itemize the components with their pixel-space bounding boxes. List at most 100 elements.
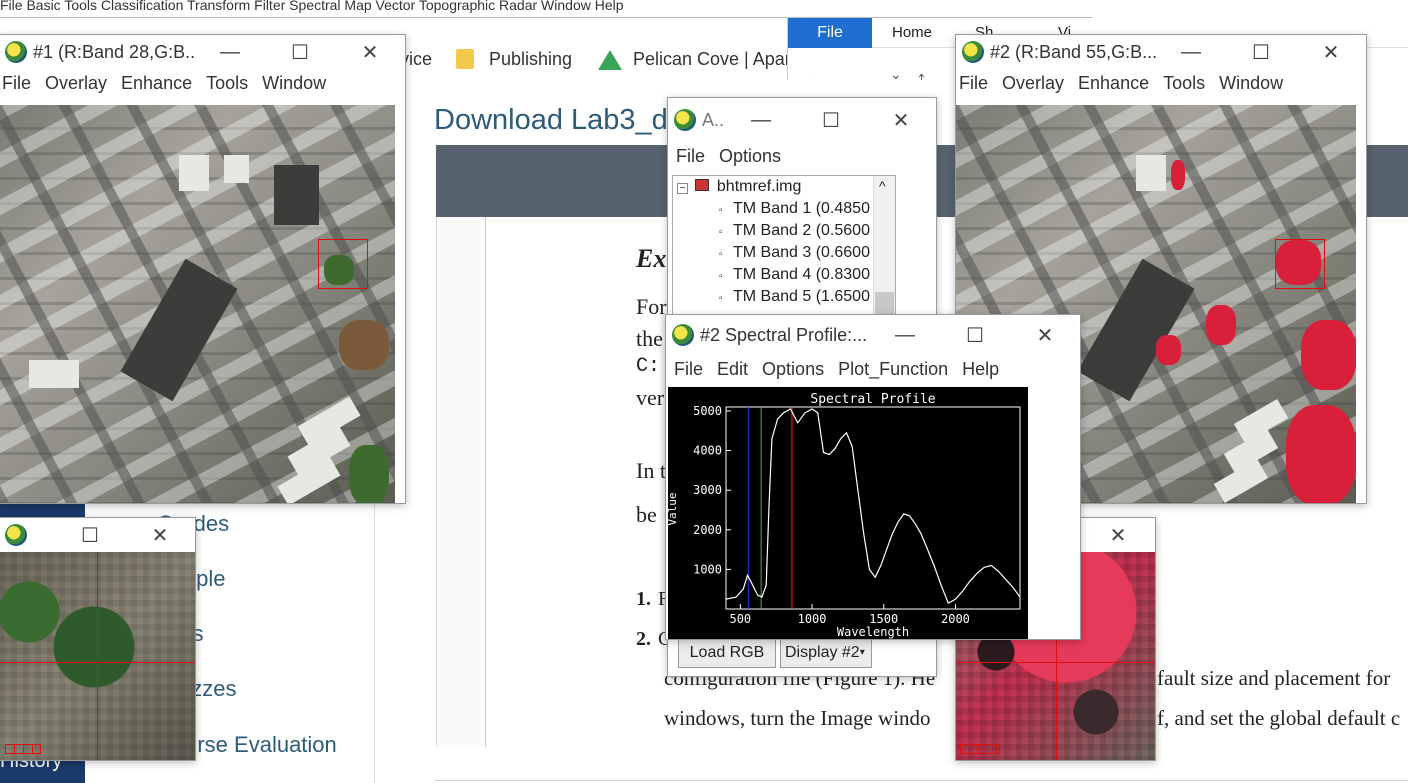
maximize-icon[interactable]: ☐ [55,523,125,548]
tree-scrollbar[interactable]: ^ [873,176,895,314]
doc-para-1b: fault size and placement for [1157,666,1391,690]
scroll-thumb[interactable] [875,292,894,314]
menu-edit[interactable]: Edit [717,359,748,380]
menu-window[interactable]: Window [1219,73,1283,94]
plot-frame [725,406,1021,610]
tree-root-label: bhtmref.img [716,178,802,195]
vegetation-red [1301,320,1356,390]
vegetation [339,320,389,370]
menu-help[interactable]: Help [962,359,999,380]
envi-globe-icon [674,109,696,131]
band-label: TM Band 1 (0.4850 [733,200,870,217]
menu-overlay[interactable]: Overlay [45,73,107,94]
menu-file[interactable]: File [674,359,703,380]
image-window-1-titlebar[interactable]: #1 (R:Band 28,G:B... — ☐ ✕ [0,35,405,69]
section-heading-ex: Ex [636,244,667,273]
envi-globe-icon [5,41,27,63]
menu-window[interactable]: Window [262,73,326,94]
tab-home[interactable]: Home [892,18,932,48]
y-tick-label: 1000 [693,562,722,576]
bookmark-pelican-cove[interactable]: Pelican Cove | Apar [633,49,790,70]
bookmarks-bar: vice Publishing Pelican Cove | Apar [400,40,790,80]
band-node-icon: ▫ [719,249,723,260]
menu-overlay[interactable]: Overlay [1002,73,1064,94]
available-bands-title: A.. [702,109,725,130]
band-item[interactable]: ▫ TM Band 5 (1.6500 [719,288,870,306]
menu-file[interactable]: File [2,73,31,94]
minimize-icon[interactable]: — [726,109,796,132]
vegetation-red [1156,335,1181,365]
band-item[interactable]: ▫ TM Band 1 (0.4850 [719,200,870,218]
minimize-icon[interactable]: — [1156,41,1226,64]
band-node-icon: ▫ [719,205,723,216]
band-node-icon: ▫ [719,271,723,282]
close-icon[interactable]: ✕ [1296,40,1366,65]
tree-root[interactable]: − bhtmref.img [677,178,801,196]
zoom-box[interactable] [318,239,368,289]
spectral-profile-window: #2 Spectral Profile:... — ☐ ✕ File Edit … [665,314,1081,640]
maximize-icon[interactable]: ☐ [265,40,335,65]
zoom-box[interactable] [1275,239,1325,289]
close-icon[interactable]: ✕ [1010,323,1080,348]
spectral-profile-plot[interactable]: Spectral Profile Wavelength Value 1000 20… [668,387,1028,640]
menu-options[interactable]: Options [719,146,781,167]
doc-para-2b: f, and set the global default c [1157,706,1401,730]
image-window-1-menubar: File Overlay Enhance Tools Window [0,69,405,97]
building [1136,155,1166,191]
menu-file[interactable]: File [959,73,988,94]
building [179,155,209,191]
folder-icon [456,49,474,69]
zoom-control-boxes[interactable] [5,744,41,754]
menu-tools[interactable]: Tools [206,73,248,94]
scroll-up-icon[interactable]: ^ [879,178,886,194]
minimize-icon[interactable]: — [195,41,265,64]
y-tick-label: 5000 [693,404,722,418]
crosshair-horizontal [0,662,195,663]
image-window-2-titlebar[interactable]: #2 (R:Band 55,G:B... — ☐ ✕ [956,35,1366,69]
spectral-profile-title: #2 Spectral Profile:... [700,324,868,345]
load-rgb-button[interactable]: Load RGB [678,638,776,668]
zoom-window-1: ☐ ✕ [0,517,196,761]
bookmark-publishing[interactable]: Publishing [489,49,572,70]
band-item[interactable]: ▫ TM Band 3 (0.6600 [719,244,870,262]
building [29,360,79,388]
zoom-window-1-raster[interactable] [0,552,195,760]
zoom-window-1-titlebar[interactable]: ☐ ✕ [0,518,195,552]
x-tick-label: 1000 [798,612,827,626]
doc-text-line-6: be [636,502,657,527]
close-icon[interactable]: ✕ [335,40,405,65]
runway [1077,258,1195,402]
image-window-1-raster[interactable] [0,105,395,503]
close-icon[interactable]: ✕ [125,523,195,548]
pelican-logo-icon [598,50,622,70]
spectral-profile-titlebar[interactable]: #2 Spectral Profile:... — ☐ ✕ [666,315,1080,355]
building [224,155,249,183]
available-bands-titlebar[interactable]: A.. — ☐ ✕ [668,98,936,142]
close-icon[interactable]: ✕ [866,108,936,133]
maximize-icon[interactable]: ☐ [1226,40,1296,65]
x-tick-label: 500 [729,612,751,626]
band-node-icon: ▫ [719,227,723,238]
zoom-control-boxes[interactable] [960,744,1000,754]
doc-text-line-3: C: [636,355,661,378]
band-item[interactable]: ▫ TM Band 2 (0.5600 [719,222,870,240]
tab-file[interactable]: File [788,18,872,48]
y-tick-label: 4000 [693,444,722,458]
menu-enhance[interactable]: Enhance [1078,73,1149,94]
menu-tools[interactable]: Tools [1163,73,1205,94]
menu-plot-function[interactable]: Plot_Function [838,359,948,380]
minimize-icon[interactable]: — [870,324,940,347]
menu-options[interactable]: Options [762,359,824,380]
vegetation-red [1171,160,1185,190]
band-item[interactable]: ▫ TM Band 4 (0.8300 [719,266,870,284]
display-select[interactable]: Display #2▾ [780,638,872,668]
doc-text-line-2: the [636,326,663,351]
spectral-series-line [725,408,1021,604]
close-icon[interactable]: ✕ [1081,523,1155,548]
collapse-icon[interactable]: − [677,183,688,194]
menu-file[interactable]: File [676,146,705,167]
menu-enhance[interactable]: Enhance [121,73,192,94]
band-node-icon: ▫ [719,293,723,304]
maximize-icon[interactable]: ☐ [940,323,1010,348]
maximize-icon[interactable]: ☐ [796,108,866,133]
